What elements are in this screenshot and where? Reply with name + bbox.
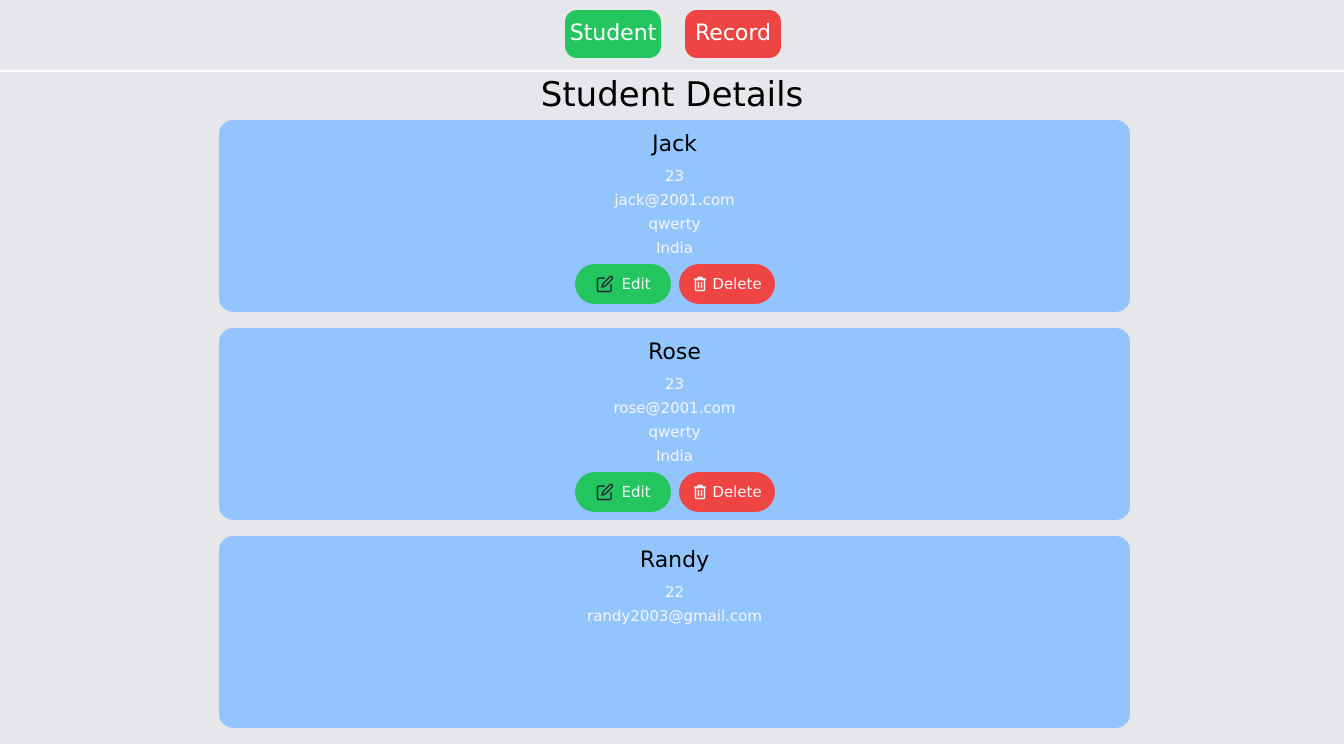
student-card: Randy 22 randy2003@gmail.com [219, 536, 1130, 728]
student-age: 22 [664, 583, 685, 601]
edit-button[interactable]: Edit [575, 472, 671, 512]
page-title: Student Details [540, 75, 804, 115]
delete-button[interactable]: Delete [679, 472, 775, 512]
edit-label: Edit [621, 275, 651, 293]
edit-icon [595, 274, 615, 294]
student-email: randy2003@gmail.com [587, 607, 762, 625]
student-card: Rose 23 rose@2001.com qwerty India Edit [219, 328, 1130, 520]
delete-button[interactable]: Delete [679, 264, 775, 304]
trash-icon [692, 274, 708, 294]
student-age: 23 [664, 167, 685, 185]
student-nav-button[interactable]: Student [565, 10, 661, 58]
edit-button[interactable]: Edit [575, 264, 671, 304]
student-card: Jack 23 jack@2001.com qwerty India Edit [219, 120, 1130, 312]
student-email: rose@2001.com [613, 399, 736, 417]
card-actions: Edit Delete [219, 472, 1130, 512]
edit-label: Edit [621, 483, 651, 501]
student-country: India [656, 239, 693, 257]
delete-label: Delete [712, 483, 762, 501]
student-card-list: Jack 23 jack@2001.com qwerty India Edit [219, 120, 1130, 744]
student-password: qwerty [648, 215, 701, 233]
trash-icon [692, 482, 708, 502]
student-email: jack@2001.com [614, 191, 735, 209]
student-country: India [656, 447, 693, 465]
delete-label: Delete [712, 275, 762, 293]
student-name: Jack [652, 132, 697, 157]
student-name: Rose [648, 340, 701, 365]
card-actions: Edit Delete [219, 264, 1130, 304]
edit-icon [595, 482, 615, 502]
student-name: Randy [639, 548, 710, 573]
student-password: qwerty [648, 423, 701, 441]
top-nav: Student Record [0, 0, 1344, 72]
record-nav-button[interactable]: Record [685, 10, 781, 58]
student-age: 23 [664, 375, 685, 393]
